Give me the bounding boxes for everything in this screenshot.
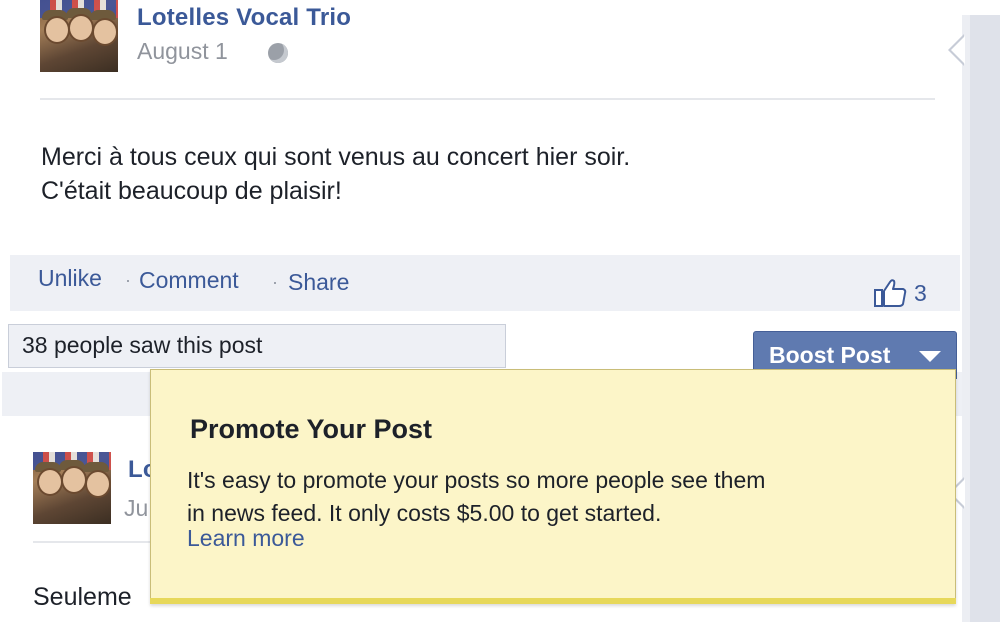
- like-count[interactable]: 3: [914, 280, 927, 307]
- post-text-partial: Seuleme: [33, 583, 132, 611]
- timeline-rail-edge: [962, 15, 970, 622]
- learn-more-link[interactable]: Learn more: [187, 525, 305, 552]
- comment-link[interactable]: Comment: [139, 267, 239, 294]
- header-divider: [33, 541, 153, 543]
- author-avatar[interactable]: [33, 452, 111, 524]
- chevron-down-icon: [919, 351, 941, 362]
- post-date-link[interactable]: Ju: [124, 495, 148, 522]
- post-text-line2: C'était beaucoup de plaisir!: [41, 177, 342, 205]
- popup-title: Promote Your Post: [190, 414, 433, 444]
- thumbs-up-icon[interactable]: [874, 278, 908, 308]
- popup-bottom-edge: [150, 598, 956, 604]
- author-name-link[interactable]: Lotelles Vocal Trio: [137, 4, 351, 32]
- share-link[interactable]: Share: [288, 269, 349, 296]
- post-reach-text: 38 people saw this post: [22, 332, 263, 358]
- action-separator: ·: [125, 270, 131, 290]
- post-date-link[interactable]: August 1: [137, 38, 228, 65]
- promote-post-popup: Promote Your Post It's easy to promote y…: [150, 369, 956, 604]
- header-divider: [40, 98, 935, 100]
- popup-body-line1: It's easy to promote your posts so more …: [187, 467, 766, 493]
- action-separator: ·: [272, 272, 278, 292]
- unlike-link[interactable]: Unlike: [38, 265, 102, 292]
- globe-icon[interactable]: [268, 43, 288, 63]
- post-text-line1: Merci à tous ceux qui sont venus au conc…: [41, 143, 631, 171]
- boost-post-label: Boost Post: [769, 342, 891, 368]
- author-avatar[interactable]: [40, 0, 118, 72]
- timeline-notch-inner: [951, 36, 965, 64]
